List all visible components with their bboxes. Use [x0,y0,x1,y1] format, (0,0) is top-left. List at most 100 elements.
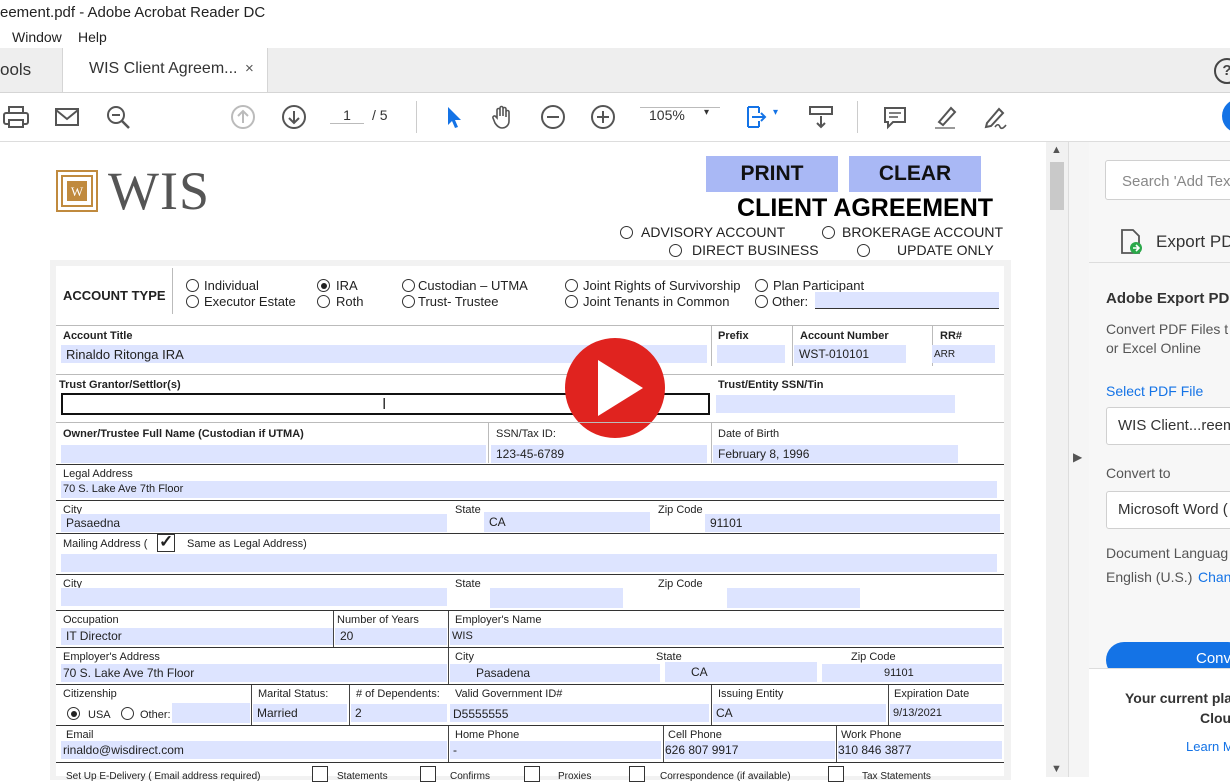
state-field[interactable]: CA [484,512,650,532]
cell-phone-field[interactable]: 626 807 9917 [665,741,835,759]
previous-page-icon[interactable] [229,103,257,131]
type-trust-radio[interactable] [402,295,415,308]
employer-field[interactable]: WIS [450,628,1002,645]
learn-more-link[interactable]: Learn M [1186,739,1230,754]
emp-zip-field[interactable]: 91101 [822,664,1002,682]
mailing-address-field[interactable] [61,554,997,572]
years-field[interactable]: 20 [335,628,447,645]
city-field[interactable]: Pasaedna [61,514,447,532]
legal-address-field[interactable]: 70 S. Lake Ave 7th Floor [61,481,997,498]
menu-help[interactable]: Help [78,29,107,45]
comment-icon[interactable] [881,103,909,131]
page-fit-icon[interactable] [743,103,779,131]
marital-field[interactable]: Married [253,704,347,722]
trust-ssn-field[interactable] [716,395,955,413]
find-zoom-icon[interactable] [104,103,132,131]
dob-field[interactable]: February 8, 1996 [713,445,958,463]
tab-document[interactable]: WIS Client Agreem... × [62,48,268,92]
owner-field[interactable] [61,445,486,463]
print-icon[interactable] [2,103,30,131]
direct-business-radio[interactable] [669,244,682,257]
zoom-level-select[interactable]: 105% ▾ [640,107,720,123]
page-fit-chevron-icon[interactable]: ▾ [773,107,778,118]
mail-city-field[interactable] [61,588,447,606]
expand-panel-icon[interactable]: ▶ [1073,450,1082,464]
mail-zip-field[interactable] [727,588,860,608]
next-page-icon[interactable] [280,103,308,131]
scroll-down-icon[interactable]: ▼ [1051,763,1062,775]
trust-ssn-label: Trust/Entity SSN/Tin [718,379,824,391]
video-play-button[interactable] [565,338,665,438]
print-button[interactable]: PRINT [706,156,838,192]
emp-city-field[interactable]: Pasadena [450,664,660,682]
type-plan-radio[interactable] [755,279,768,292]
clear-button[interactable]: CLEAR [849,156,981,192]
emp-state-field[interactable]: CA [665,662,817,682]
type-other-field[interactable] [815,292,999,309]
dependents-field[interactable]: 2 [351,704,447,722]
brokerage-radio[interactable] [822,226,835,239]
type-roth-radio[interactable] [317,295,330,308]
selected-file-box[interactable]: WIS Client...reeme [1106,407,1230,445]
export-pdf-icon[interactable] [1117,228,1145,256]
gov-id-field[interactable]: D5555555 [450,704,709,722]
vertical-scrollbar[interactable]: ▲ ▼ [1046,142,1068,777]
type-jtros-radio[interactable] [565,279,578,292]
issuing-field[interactable]: CA [713,704,886,722]
account-number-field[interactable]: WST-010101 [794,345,906,363]
select-pdf-link[interactable]: Select PDF File [1106,383,1203,399]
select-cursor-icon[interactable] [440,103,468,131]
scrollbar-thumb[interactable] [1050,162,1064,210]
issuing-value: CA [716,706,733,720]
format-select[interactable]: Microsoft Word ( [1106,491,1230,529]
tools-search-input[interactable]: Search 'Add Tex [1105,160,1230,200]
rr-field[interactable]: ARR [932,345,995,363]
employer-address-field[interactable]: 70 S. Lake Ave 7th Floor [61,664,447,682]
type-custodian-radio[interactable] [402,279,415,292]
zoom-out-icon[interactable] [539,103,567,131]
scroll-mode-icon[interactable] [807,103,835,131]
email-icon[interactable] [53,103,81,131]
confirms-checkbox[interactable] [420,766,436,782]
statements-checkbox[interactable] [312,766,328,782]
ssn-field[interactable]: 123-45-6789 [491,445,707,463]
row-divider [56,533,1004,534]
tax-statements-checkbox[interactable] [828,766,844,782]
type-ira-radio[interactable] [317,279,330,292]
type-other-radio[interactable] [755,295,768,308]
work-phone-field[interactable]: 310 846 3877 [838,741,1002,759]
help-icon[interactable]: ? [1214,58,1230,84]
update-only-radio[interactable] [857,244,870,257]
zip-field[interactable]: 91101 [705,514,1000,532]
proxies-checkbox[interactable] [524,766,540,782]
citizenship-usa-radio[interactable] [67,707,80,720]
export-pdf-label[interactable]: Export PD [1156,232,1230,252]
citizenship-other-field[interactable] [172,703,250,723]
mail-state-field[interactable] [490,588,623,608]
type-jtic-radio[interactable] [565,295,578,308]
same-address-checkbox[interactable]: ✓ [157,532,175,552]
page-number-input[interactable]: 1 [330,107,364,124]
type-individual-label: Individual [204,278,259,293]
citizenship-other-radio[interactable] [121,707,134,720]
type-individual-radio[interactable] [186,279,199,292]
hand-tool-icon[interactable] [488,103,516,131]
panel-collapse-strip[interactable]: ▶ [1068,142,1089,777]
sign-icon[interactable] [981,103,1009,131]
prefix-field[interactable] [717,345,785,363]
scroll-up-icon[interactable]: ▲ [1051,144,1062,156]
highlight-pen-icon[interactable] [931,103,959,131]
menu-window[interactable]: Window [12,29,62,45]
advisory-radio[interactable] [620,226,633,239]
correspondence-checkbox[interactable] [629,766,645,782]
type-executor-radio[interactable] [186,295,199,308]
account-avatar[interactable] [1222,99,1230,133]
tab-tools[interactable]: ools [0,60,31,80]
email-field[interactable]: rinaldo@wisdirect.com [61,741,447,759]
zoom-in-icon[interactable] [589,103,617,131]
change-language-link[interactable]: Chan [1198,569,1230,585]
expiration-field[interactable]: 9/13/2021 [890,704,1002,722]
home-phone-field[interactable]: - [450,741,661,759]
close-tab-icon[interactable]: × [245,60,254,77]
occupation-field[interactable]: IT Director [61,628,333,645]
